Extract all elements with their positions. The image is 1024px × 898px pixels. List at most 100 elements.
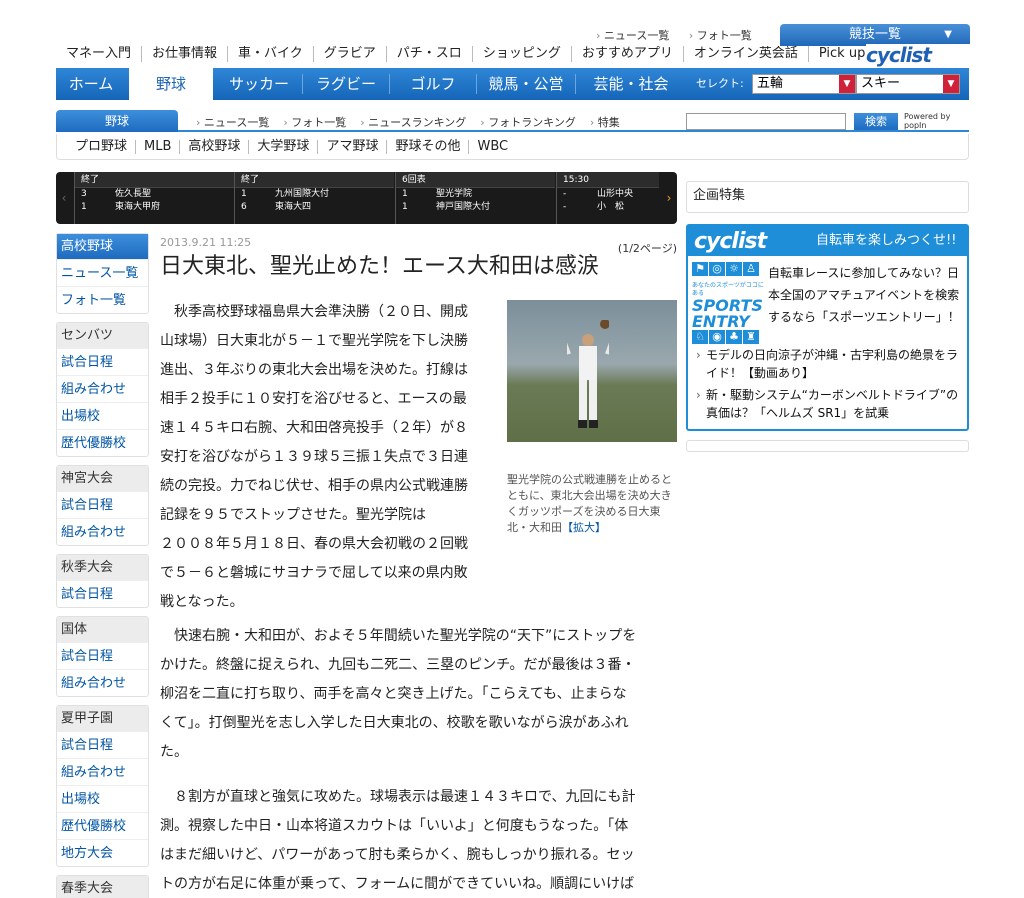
sub-nav: マネー入門 お仕事情報 車・バイク グラビア パチ・スロ ショッピング おすすめアプリ オンラ… xyxy=(56,46,969,66)
sidebar-item[interactable]: 試合日程 xyxy=(57,348,148,375)
sidebar-item[interactable]: 歴代優勝校 xyxy=(57,429,148,456)
game-score: 3 xyxy=(81,189,87,199)
game-score: 1 xyxy=(241,189,247,199)
cyclist-link-1[interactable]: モデルの日向涼子が沖縄・古宇利島の絶景をライド！【動画あり】 xyxy=(694,346,964,382)
subnav-item[interactable]: ショッピング xyxy=(471,46,571,62)
article-paragraph-1: 秋季高校野球福島県大会準決勝（２０日、開成 山球場）日大東北が５－１で聖光学院を下… xyxy=(160,298,500,617)
article: 2013.9.21 11:25 (1/2ページ) 日大東北、聖光止めた！エース大… xyxy=(160,236,677,892)
game-score: 6 xyxy=(241,202,247,212)
sidebar-item[interactable]: 組み合わせ xyxy=(57,758,148,785)
game-team: 佐久長聖 xyxy=(115,189,152,199)
sidebar-item[interactable]: 組み合わせ xyxy=(57,669,148,696)
category-link[interactable]: プロ野球 xyxy=(67,140,135,154)
score-game[interactable]: 終了 3 佐久長聖 1 東海大甲府 xyxy=(74,172,234,224)
category-link[interactable]: 大学野球 xyxy=(248,140,317,154)
article-line: 続の完投。力でねじ伏せ、相手の県内公式戦連勝 xyxy=(160,478,468,494)
tab-golf[interactable]: ゴルフ xyxy=(390,68,476,100)
entry-text-link[interactable]: 自転車レースに参加してみない？日本全国のアマチュアイベントを検索するなら「スポー… xyxy=(768,262,963,328)
section-bar: 野球 ニュース一覧 フォト一覧 ニュースランキング フォトランキング 特集 検索 Pow… xyxy=(56,110,969,132)
section-link[interactable]: ニュース一覧 xyxy=(196,116,269,129)
cyclist-ad-header[interactable]: cyclist 自転車を楽しみつくせ!! xyxy=(688,226,967,256)
empty-widget xyxy=(686,440,969,452)
article-line: 山球場）日大東北が５－１で聖光学院を下し決勝 xyxy=(160,333,468,349)
sidebar-item[interactable]: 組み合わせ xyxy=(57,375,148,402)
tab-geino[interactable]: 芸能・社会 xyxy=(576,68,686,100)
category-link[interactable]: WBC xyxy=(468,140,516,154)
game-status: 15:30 xyxy=(557,172,659,188)
select-sport-2[interactable]: スキー ▼ xyxy=(856,74,960,94)
section-tab-baseball[interactable]: 野球 xyxy=(56,110,178,132)
search-input[interactable] xyxy=(686,113,846,130)
sidebar-group: 神宮大会 試合日程 組み合わせ xyxy=(56,465,149,546)
article-line: 記録を９５でストップさせた。聖光学院は xyxy=(160,507,426,523)
section-links: ニュース一覧 フォト一覧 ニュースランキング フォトランキング 特集 xyxy=(196,114,634,130)
entry-big-2: ENTRY xyxy=(692,312,750,331)
article-line: かけた。終盤に捉えられ、九回も二死二、三塁のピンチ。だが最後は３番・ xyxy=(160,657,636,673)
section-link[interactable]: フォトランキング xyxy=(480,116,576,129)
sidebar-item[interactable]: ニュース一覧 xyxy=(57,259,148,286)
page-indicator: (1/2ページ) xyxy=(617,242,677,255)
score-game[interactable]: 終了 1 九州国際大付 6 東海大四 xyxy=(234,172,394,224)
subnav-item[interactable]: マネー入門 xyxy=(56,46,141,62)
category-link[interactable]: 野球その他 xyxy=(386,140,468,154)
subnav-item[interactable]: オンライン英会話 xyxy=(682,46,808,62)
sidebar-item[interactable]: 試合日程 xyxy=(57,491,148,518)
sidebar-item[interactable]: 歴代優勝校 xyxy=(57,812,148,839)
tab-keiba[interactable]: 競馬・公営 xyxy=(477,68,575,100)
top-link-photo[interactable]: フォト一覧 xyxy=(689,29,752,42)
sidebar-group: 秋季大会 試合日程 xyxy=(56,554,149,608)
enlarge-link[interactable]: 【拡大】 xyxy=(562,521,606,534)
section-link[interactable]: ニュースランキング xyxy=(360,116,466,129)
subnav-item[interactable]: お仕事情報 xyxy=(141,46,227,62)
tab-rugby[interactable]: ラグビー xyxy=(303,68,389,100)
article-line: た。 xyxy=(160,744,188,760)
game-team: 九州国際大付 xyxy=(275,189,330,199)
category-link[interactable]: アマ野球 xyxy=(317,140,386,154)
article-line: ８割方が直球と強気に攻めた。球場表示は最速１４３キロで、九回にも計 xyxy=(160,789,636,805)
select-1-value: 五輪 xyxy=(757,76,784,91)
sidebar-item[interactable]: 地方大会 xyxy=(57,839,148,866)
main-nav: ホーム 野球 サッカー ラグビー ゴルフ 競馬・公営 芸能・社会 セレクト: 五… xyxy=(56,68,969,100)
cyclist-logo[interactable]: cyclist xyxy=(866,44,970,66)
select-sport-1[interactable]: 五輪 ▼ xyxy=(752,74,856,94)
section-link[interactable]: 特集 xyxy=(590,116,620,129)
article-line: 秋季高校野球福島県大会準決勝（２０日、開成 xyxy=(160,304,468,320)
article-line: 柳沼を二直に打ち取り、両手を高々と突き上げた。「こらえても、止まらな xyxy=(160,686,627,702)
tab-soccer[interactable]: サッカー xyxy=(216,68,302,100)
subnav-item[interactable]: グラビア xyxy=(312,46,386,62)
sidebar-item[interactable]: 出場校 xyxy=(57,402,148,429)
chevron-left-icon[interactable]: ‹ xyxy=(56,172,72,224)
game-team: 東海大四 xyxy=(275,202,312,212)
sidebar-head: 秋季大会 xyxy=(57,555,148,580)
article-photo[interactable] xyxy=(507,300,677,442)
cyclist-link-2[interactable]: 新・駆動システム“カーボンベルトドライブ”の真価は？「ヘルムズ SR1」を試乗 xyxy=(694,386,964,422)
tab-home[interactable]: ホーム xyxy=(56,68,126,100)
subnav-item[interactable]: 車・バイク xyxy=(227,46,313,62)
sidebar-head: 神宮大会 xyxy=(57,466,148,491)
sidebar-group: 夏甲子園 試合日程 組み合わせ 出場校 歴代優勝校 地方大会 xyxy=(56,705,149,867)
sidebar-item[interactable]: 試合日程 xyxy=(57,642,148,669)
left-sidebar: 高校野球 ニュース一覧 フォト一覧 センバツ 試合日程 組み合わせ 出場校 歴代… xyxy=(56,233,149,898)
cyclist-ad-logo: cyclist xyxy=(694,229,767,254)
tab-baseball[interactable]: 野球 xyxy=(129,68,213,100)
sidebar-item[interactable]: 出場校 xyxy=(57,785,148,812)
category-link[interactable]: 高校野球 xyxy=(179,140,248,154)
sports-entry-logo[interactable]: ⚑ ◎ ☼ ♙ あなたのスポーツがココにある SPORTS ENTRY ♘ ◉ ♣ ♜ xyxy=(692,262,764,344)
article-line: 安打を浴びながら１３９球５三振１失点で３日連 xyxy=(160,449,468,465)
sidebar-item[interactable]: フォト一覧 xyxy=(57,286,148,313)
section-link[interactable]: フォト一覧 xyxy=(283,116,346,129)
category-link[interactable]: MLB xyxy=(135,140,179,154)
score-game[interactable]: 6回表 1 聖光学院 1 神戸国際大付 xyxy=(395,172,555,224)
chevron-right-icon[interactable]: › xyxy=(661,172,677,224)
score-game[interactable]: 15:30 - 山形中央 - 小 松 xyxy=(556,172,659,224)
subnav-item[interactable]: おすすめアプリ xyxy=(570,46,683,62)
article-line: トの方が右足に体重が乗って、フォームに間ができていいね。順調にいけば xyxy=(160,876,635,892)
sidebar-item[interactable]: 試合日程 xyxy=(57,580,148,607)
sidebar-head[interactable]: 高校野球 xyxy=(57,234,148,259)
sidebar-item[interactable]: 試合日程 xyxy=(57,731,148,758)
subnav-item[interactable]: パチ・スロ xyxy=(385,46,472,62)
search-button[interactable]: 検索 xyxy=(854,113,898,130)
sidebar-item[interactable]: 組み合わせ xyxy=(57,518,148,545)
top-link-news[interactable]: ニュース一覧 xyxy=(596,29,669,42)
article-line: 相手２投手に１０安打を浴びせると、エースの最 xyxy=(160,391,467,407)
